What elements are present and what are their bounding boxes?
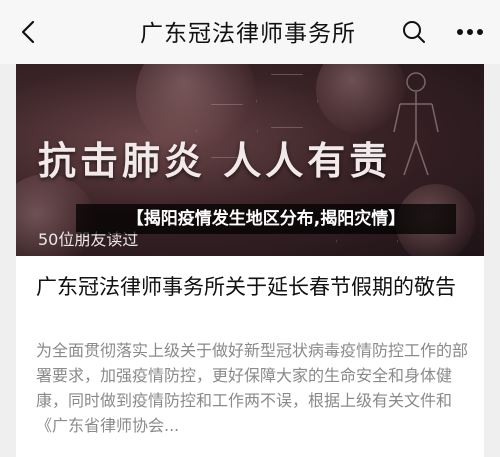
search-button[interactable] [394,12,434,52]
nav-actions [394,0,490,64]
back-button[interactable] [0,0,56,64]
article-title[interactable]: 广东冠法律师事务所关于延长春节假期的敬告 [36,272,472,302]
page-title: 广东冠法律师事务所 [140,21,356,47]
cover-headline: 抗击肺炎 人人有责 [38,139,392,183]
article-card[interactable]: 抗击肺炎 人人有责 50位朋友读过 【揭阳疫情发生地区分布,揭阳灾情】 广东冠法… [16,64,484,457]
article-summary: 为全面贯彻落实上级关于做好新型冠状病毒疫情防控工作的部署要求，加强疫情防控，更好… [36,341,469,435]
chevron-left-icon [21,20,35,44]
navigation-bar: 广东冠法律师事务所 [0,0,500,64]
cover-image: 抗击肺炎 人人有责 50位朋友读过 【揭阳疫情发生地区分布,揭阳灾情】 [16,64,484,256]
search-icon [403,21,425,43]
hexagon-decoration [256,74,318,128]
article-page: 广东冠法律师事务所 抗击肺炎 人人有责 50位朋友读过 【揭阳疫情发生地区分布,… [0,0,500,457]
more-dots-icon [457,29,483,35]
human-figure-decoration [393,72,439,176]
more-button[interactable] [450,12,490,52]
overlay-title: 【揭阳疫情发生地区分布,揭阳灾情】 [76,204,456,234]
